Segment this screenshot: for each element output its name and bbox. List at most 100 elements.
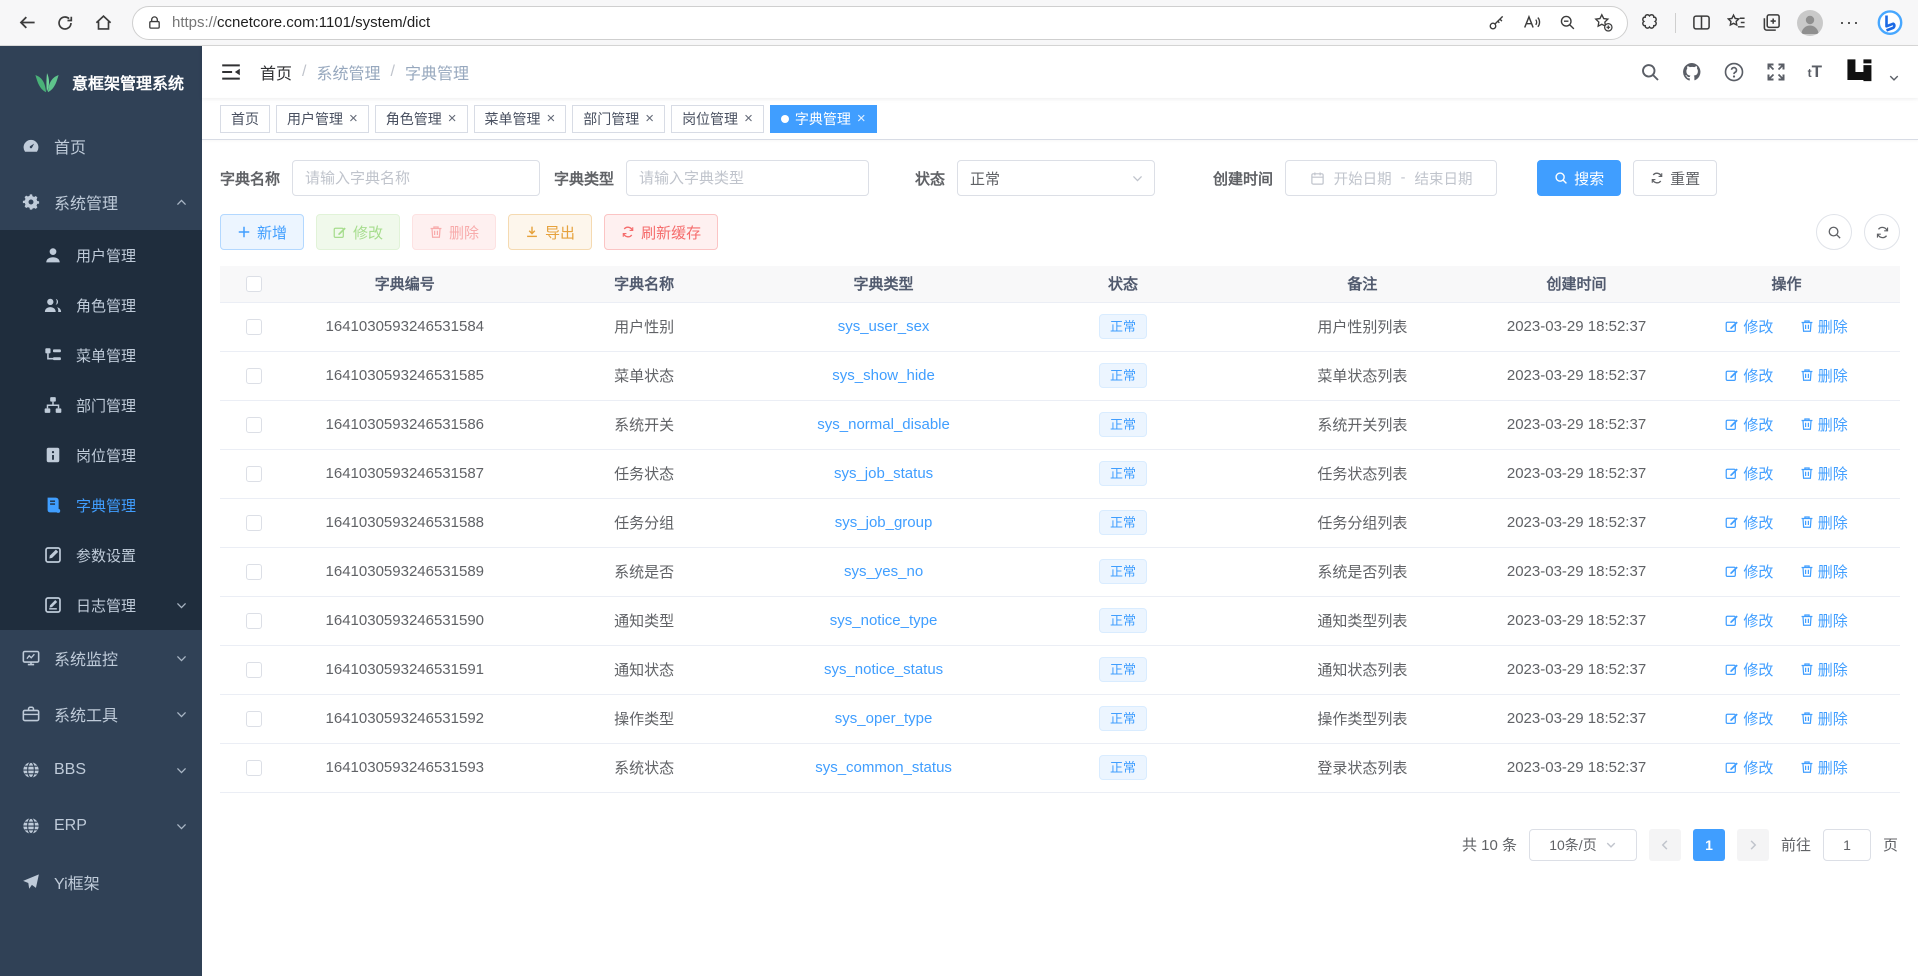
sidebar-item-role-mgmt[interactable]: 角色管理 (0, 280, 202, 330)
row-delete-button[interactable]: 删除 (1800, 757, 1848, 778)
row-checkbox[interactable] (246, 319, 262, 335)
row-checkbox[interactable] (246, 711, 262, 727)
sidebar-item-menu-mgmt[interactable]: 菜单管理 (0, 330, 202, 380)
sidebar-item-system-monitor[interactable]: 系统监控 (0, 630, 202, 686)
row-edit-button[interactable]: 修改 (1725, 512, 1773, 533)
sidebar-item-system-mgmt[interactable]: 系统管理 (0, 174, 202, 230)
key-icon[interactable] (1488, 14, 1505, 31)
sidebar-item-dept-mgmt[interactable]: 部门管理 (0, 380, 202, 430)
collections-icon[interactable] (1762, 13, 1781, 32)
favorite-add-icon[interactable] (1594, 13, 1613, 32)
page-number-button[interactable]: 1 (1693, 829, 1725, 861)
delete-button[interactable]: 删除 (412, 214, 496, 250)
select-all-checkbox[interactable] (246, 276, 262, 292)
sidebar-item-yi-framework[interactable]: Yi框架 (0, 854, 202, 910)
dict-type-link[interactable]: sys_show_hide (832, 367, 935, 384)
row-edit-button[interactable]: 修改 (1725, 463, 1773, 484)
close-icon[interactable]: × (349, 111, 358, 126)
row-edit-button[interactable]: 修改 (1725, 757, 1773, 778)
dict-type-link[interactable]: sys_common_status (815, 759, 952, 776)
date-start-placeholder[interactable]: 开始日期 (1334, 168, 1392, 189)
bing-chat-icon[interactable] (1876, 9, 1904, 37)
view-tab[interactable]: 部门管理 × (572, 105, 665, 133)
dict-type-link[interactable]: sys_oper_type (835, 710, 933, 727)
view-tab[interactable]: 角色管理 × (375, 105, 468, 133)
view-tab[interactable]: 菜单管理 × (474, 105, 567, 133)
back-icon[interactable] (10, 6, 44, 40)
status-select[interactable]: 正常 (957, 160, 1155, 196)
dict-type-link[interactable]: sys_yes_no (844, 563, 923, 580)
view-tab[interactable]: 岗位管理 × (671, 105, 764, 133)
close-icon[interactable]: × (744, 111, 753, 126)
row-edit-button[interactable]: 修改 (1725, 659, 1773, 680)
split-screen-icon[interactable] (1692, 13, 1711, 32)
row-delete-button[interactable]: 删除 (1800, 463, 1848, 484)
breadcrumb-system[interactable]: 系统管理 (316, 60, 380, 84)
sidebar-item-user-mgmt[interactable]: 用户管理 (0, 230, 202, 280)
add-button[interactable]: 新增 (220, 214, 304, 250)
sidebar-item-param-settings[interactable]: 参数设置 (0, 530, 202, 580)
fullscreen-icon[interactable] (1766, 62, 1786, 82)
row-delete-button[interactable]: 删除 (1800, 512, 1848, 533)
search-button[interactable]: 搜索 (1537, 160, 1621, 196)
edit-button[interactable]: 修改 (316, 214, 400, 250)
row-delete-button[interactable]: 删除 (1800, 414, 1848, 435)
refresh-icon[interactable] (48, 6, 82, 40)
search-icon[interactable] (1640, 62, 1660, 82)
more-icon[interactable]: ··· (1839, 12, 1860, 33)
reset-button[interactable]: 重置 (1633, 160, 1717, 196)
page-size-select[interactable]: 10条/页 (1529, 829, 1637, 861)
sidebar-toggle-icon[interactable] (220, 61, 242, 83)
dict-type-link[interactable]: sys_notice_status (824, 661, 943, 678)
sidebar-item-post-mgmt[interactable]: 岗位管理 (0, 430, 202, 480)
home-icon[interactable] (86, 6, 120, 40)
breadcrumb-home[interactable]: 首页 (260, 60, 292, 84)
view-tab[interactable]: 字典管理 × (770, 105, 877, 133)
close-icon[interactable]: × (857, 111, 866, 126)
sidebar-item-dict-mgmt[interactable]: 字典管理 (0, 480, 202, 530)
refresh-table-button[interactable] (1864, 214, 1900, 250)
sidebar-item-erp[interactable]: ERP (0, 798, 202, 854)
close-icon[interactable]: × (547, 111, 556, 126)
address-bar[interactable]: https://ccnetcore.com:1101/system/dict (132, 6, 1628, 40)
dict-type-link[interactable]: sys_job_group (835, 514, 933, 531)
row-edit-button[interactable]: 修改 (1725, 610, 1773, 631)
show-search-toggle-button[interactable] (1816, 214, 1852, 250)
sidebar-item-home[interactable]: 首页 (0, 118, 202, 174)
row-edit-button[interactable]: 修改 (1725, 561, 1773, 582)
row-checkbox[interactable] (246, 613, 262, 629)
goto-page-input[interactable] (1823, 829, 1871, 861)
row-delete-button[interactable]: 删除 (1800, 365, 1848, 386)
github-icon[interactable] (1682, 62, 1702, 82)
dict-type-link[interactable]: sys_normal_disable (817, 416, 950, 433)
chevron-down-icon[interactable] (1888, 72, 1900, 84)
dict-type-link[interactable]: sys_notice_type (830, 612, 938, 629)
row-checkbox[interactable] (246, 760, 262, 776)
row-delete-button[interactable]: 删除 (1800, 610, 1848, 631)
browser-essentials-icon[interactable] (1640, 13, 1659, 32)
sidebar-item-bbs[interactable]: BBS (0, 742, 202, 798)
date-end-placeholder[interactable]: 结束日期 (1414, 168, 1472, 189)
row-checkbox[interactable] (246, 662, 262, 678)
row-edit-button[interactable]: 修改 (1725, 365, 1773, 386)
help-icon[interactable] (1724, 62, 1744, 82)
dict-type-input[interactable] (626, 160, 869, 196)
view-tab[interactable]: 用户管理 × (276, 105, 369, 133)
sidebar-item-log-mgmt[interactable]: 日志管理 (0, 580, 202, 630)
row-delete-button[interactable]: 删除 (1800, 561, 1848, 582)
row-checkbox[interactable] (246, 564, 262, 580)
row-delete-button[interactable]: 删除 (1800, 708, 1848, 729)
row-edit-button[interactable]: 修改 (1725, 414, 1773, 435)
row-delete-button[interactable]: 删除 (1800, 659, 1848, 680)
refresh-cache-button[interactable]: 刷新缓存 (604, 214, 718, 250)
row-checkbox[interactable] (246, 515, 262, 531)
profile-avatar[interactable] (1797, 10, 1823, 36)
date-range-picker[interactable]: 开始日期 - 结束日期 (1285, 160, 1497, 196)
next-page-button[interactable] (1737, 829, 1769, 861)
read-aloud-icon[interactable] (1523, 14, 1541, 32)
sidebar-item-system-tools[interactable]: 系统工具 (0, 686, 202, 742)
zoom-out-icon[interactable] (1559, 14, 1576, 31)
close-icon[interactable]: × (448, 111, 457, 126)
row-checkbox[interactable] (246, 368, 262, 384)
view-tab[interactable]: 首页 × (220, 105, 270, 133)
